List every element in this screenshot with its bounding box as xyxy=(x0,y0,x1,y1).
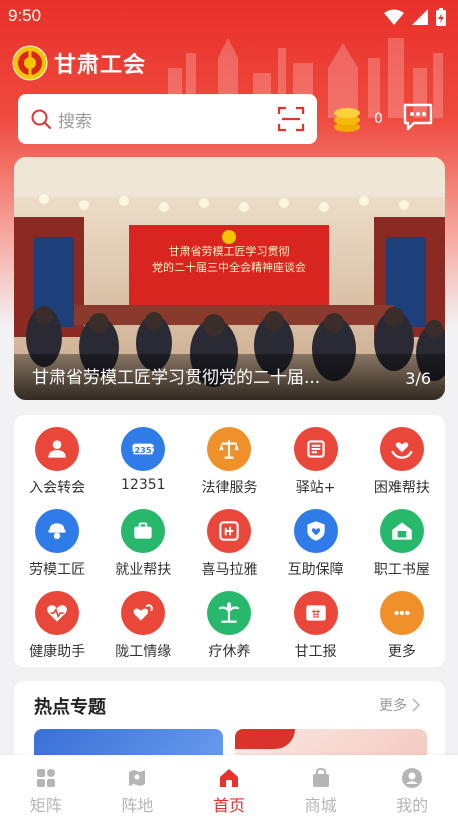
service-label: 入会转会 xyxy=(29,480,86,496)
service-worker-helmet[interactable]: 劳模工匠 xyxy=(14,509,100,591)
more-dots-icon xyxy=(379,591,424,635)
hot-topics-more-link[interactable]: 更多 xyxy=(379,695,421,715)
tab-label: 首页 xyxy=(212,796,245,815)
service-palm-tree[interactable]: 疗休养 xyxy=(186,591,272,673)
svg-text:甘: 甘 xyxy=(311,608,320,620)
banner-title: 甘肃省劳模工匠学习贯彻党的二十届... xyxy=(32,368,321,388)
status-bar: 9:50 xyxy=(0,0,458,34)
user-badge-icon xyxy=(35,427,80,471)
service-label: 互助保障 xyxy=(287,562,344,578)
legal-scale-icon xyxy=(207,427,252,471)
service-label: 法律服务 xyxy=(201,480,258,496)
chevron-right-icon xyxy=(412,698,421,712)
post-station-icon xyxy=(293,427,338,471)
service-health-heart[interactable]: 健康助手 xyxy=(14,591,100,673)
newspaper-icon: 甘 xyxy=(293,591,338,635)
service-audio-listen[interactable]: 喜马拉雅 xyxy=(186,509,272,591)
service-post-station[interactable]: 驿站+ xyxy=(273,427,359,509)
service-label: 陇工情缘 xyxy=(115,644,172,660)
hot-topics-title: 热点专题 xyxy=(34,697,106,718)
hot-topics-more-label: 更多 xyxy=(379,698,407,714)
signal-icon xyxy=(412,9,428,25)
health-heart-icon xyxy=(35,591,80,635)
worker-helmet-icon xyxy=(35,509,80,553)
battery-charging-icon xyxy=(436,8,446,26)
service-label: 驿站+ xyxy=(295,480,336,496)
tab-label: 矩阵 xyxy=(29,796,62,815)
home-icon xyxy=(219,769,238,787)
shopping-bag-icon xyxy=(312,767,329,787)
tab-label: 商城 xyxy=(304,796,337,815)
banner-page-indicator: 3/6 xyxy=(405,369,431,388)
status-time: 9:50 xyxy=(8,6,42,25)
map-pin-icon xyxy=(129,770,146,786)
union-logo-icon xyxy=(12,45,48,81)
service-label: 就业帮扶 xyxy=(115,562,172,578)
news-banner[interactable]: 甘肃省劳模工匠学习贯彻 党的二十届三中全会精神座谈会 甘肃省劳模工匠学习贯彻党的… xyxy=(14,157,445,400)
banner-backdrop-line1: 甘肃省劳模工匠学习贯彻 xyxy=(169,244,290,258)
palm-tree-icon xyxy=(207,591,252,635)
audio-listen-icon xyxy=(207,509,252,553)
coin-icon[interactable] xyxy=(332,104,362,134)
search-placeholder: 搜索 xyxy=(58,111,92,132)
service-label: 疗休养 xyxy=(208,644,251,660)
hotline-12351-icon: 12351 xyxy=(121,427,166,471)
service-label: 12351 xyxy=(121,477,166,493)
book-house-icon xyxy=(379,509,424,553)
services-panel: 入会转会 12351 12351 法律服务 驿站+ 困难帮扶劳模工匠 就业帮扶 喜马拉雅 互助保… xyxy=(14,415,445,667)
service-newspaper[interactable]: 甘甘工报 xyxy=(273,591,359,673)
service-hotline-12351[interactable]: 12351 12351 xyxy=(100,427,186,509)
tab-shopping-bag[interactable]: 商城 xyxy=(275,755,367,820)
double-heart-icon xyxy=(121,591,166,635)
service-more-dots[interactable]: 更多 xyxy=(359,591,445,673)
tab-profile[interactable]: 我的 xyxy=(366,755,458,820)
service-shield-heart[interactable]: 互助保障 xyxy=(273,509,359,591)
service-label: 更多 xyxy=(387,644,416,660)
service-label: 困难帮扶 xyxy=(373,480,430,496)
coin-count: 0 xyxy=(374,111,383,127)
status-icons xyxy=(384,8,446,26)
service-helping-heart[interactable]: 困难帮扶 xyxy=(359,427,445,509)
tab-label: 阵地 xyxy=(121,796,154,815)
scan-icon[interactable] xyxy=(277,105,305,133)
service-user-badge[interactable]: 入会转会 xyxy=(14,427,100,509)
tab-map-pin[interactable]: 阵地 xyxy=(92,755,184,820)
brand: 甘肃工会 xyxy=(12,45,146,81)
tab-grid[interactable]: 矩阵 xyxy=(0,755,92,820)
helping-heart-icon xyxy=(379,427,424,471)
banner-backdrop-line2: 党的二十届三中全会精神座谈会 xyxy=(152,260,306,274)
tab-label: 我的 xyxy=(396,796,429,815)
service-book-house[interactable]: 职工书屋 xyxy=(359,509,445,591)
services-grid: 入会转会 12351 12351 法律服务 驿站+ 困难帮扶劳模工匠 就业帮扶 喜马拉雅 互助保… xyxy=(14,427,445,673)
service-label: 甘工报 xyxy=(294,644,337,660)
svg-text:12351: 12351 xyxy=(130,445,156,455)
service-label: 喜马拉雅 xyxy=(201,562,258,578)
service-label: 职工书屋 xyxy=(373,562,430,578)
service-double-heart[interactable]: 陇工情缘 xyxy=(100,591,186,673)
wifi-icon xyxy=(384,9,404,25)
grid-icon xyxy=(36,769,55,787)
service-label: 劳模工匠 xyxy=(29,562,86,578)
search-input[interactable]: 搜索 xyxy=(18,94,317,144)
service-legal-scale[interactable]: 法律服务 xyxy=(186,427,272,509)
tab-home[interactable]: 首页 xyxy=(183,755,275,820)
search-icon xyxy=(31,109,51,129)
service-label: 健康助手 xyxy=(29,644,86,660)
message-icon[interactable] xyxy=(402,102,434,132)
service-briefcase[interactable]: 就业帮扶 xyxy=(100,509,186,591)
brand-name: 甘肃工会 xyxy=(54,53,147,78)
profile-icon xyxy=(402,768,423,788)
shield-heart-icon xyxy=(293,509,338,553)
banner-caption: 甘肃省劳模工匠学习贯彻党的二十届... 3/6 xyxy=(14,354,445,400)
bottom-tab-bar: 矩阵 阵地 首页 商城 我的 xyxy=(0,755,458,820)
briefcase-icon xyxy=(121,509,166,553)
